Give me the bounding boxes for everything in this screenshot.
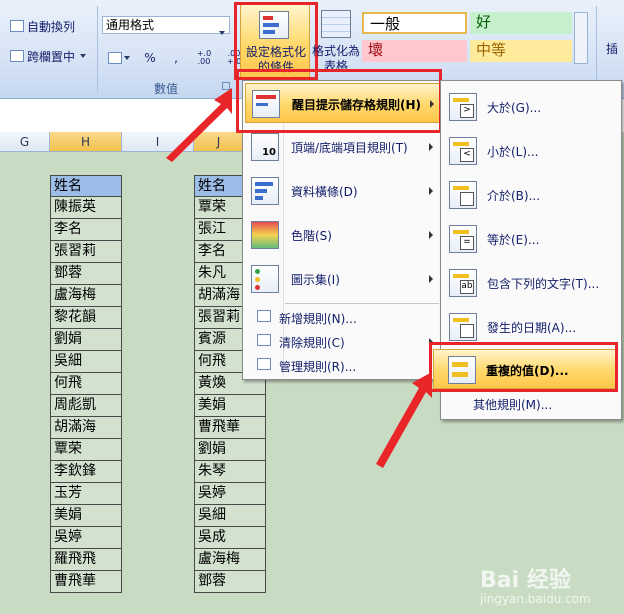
arrow-to-duplicate bbox=[376, 372, 432, 468]
watermark-url: jingyan.baidu.com bbox=[480, 592, 591, 606]
annotation-arrows bbox=[166, 88, 432, 468]
arrow-to-menu bbox=[166, 88, 232, 162]
watermark-brand: Bai 经验 bbox=[480, 568, 571, 593]
